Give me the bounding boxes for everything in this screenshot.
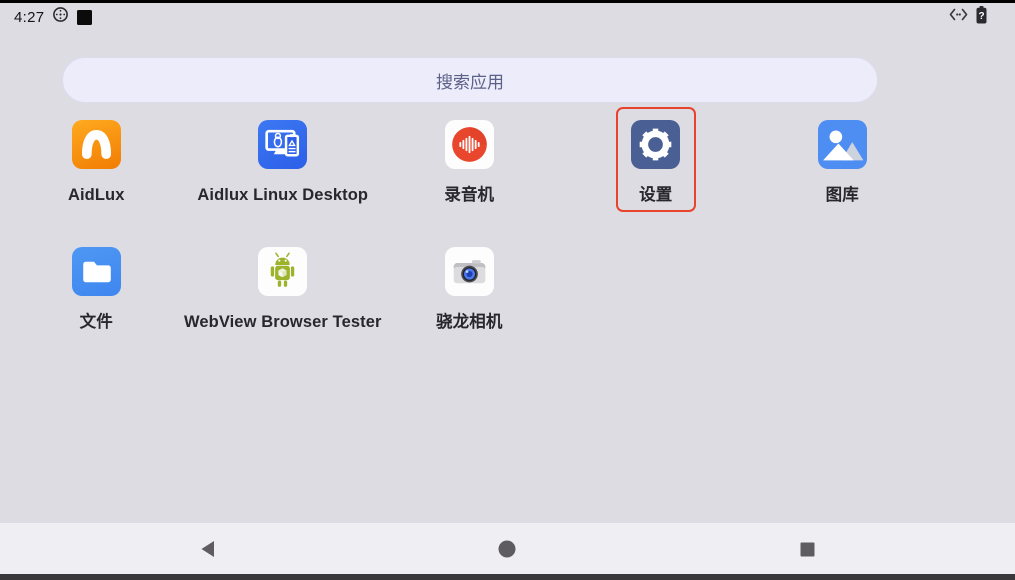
app-label: Aidlux Linux Desktop: [197, 185, 368, 205]
clock-icon: [52, 6, 69, 28]
app-aidlux-linux-desktop[interactable]: Aidlux Linux Desktop: [190, 120, 377, 247]
app-label: 录音机: [444, 185, 494, 205]
snapdragon-camera-icon: [445, 247, 494, 296]
files-icon: [72, 247, 121, 296]
app-gallery[interactable]: 图库: [749, 120, 936, 247]
app-label: 骁龙相机: [436, 312, 502, 332]
black-square-notification-icon: [77, 10, 92, 25]
app-label: 文件: [80, 312, 113, 332]
recorder-icon: [445, 120, 494, 169]
settings-icon: [631, 120, 680, 169]
status-bar-left: 4:27: [14, 6, 92, 28]
app-grid: AidLux Aidlux Linux Desktop: [3, 120, 936, 374]
app-label: 设置: [639, 185, 672, 205]
app-label: WebView Browser Tester: [184, 312, 382, 332]
webview-browser-tester-icon: [258, 247, 307, 296]
app-webview-browser-tester[interactable]: WebView Browser Tester: [190, 247, 377, 374]
bottom-black-strip: [0, 574, 1015, 580]
home-button[interactable]: [498, 540, 516, 558]
battery-unknown-icon: ?: [976, 6, 987, 29]
app-recorder[interactable]: 录音机: [376, 120, 563, 247]
aidlux-linux-desktop-icon: [258, 120, 307, 169]
search-input[interactable]: 搜索应用: [62, 57, 878, 103]
recents-icon: [800, 542, 815, 557]
home-icon: [498, 540, 516, 558]
app-files[interactable]: 文件: [3, 247, 190, 374]
status-bar-right: ?: [949, 6, 1001, 29]
battery-question-text: ?: [978, 11, 984, 22]
recents-button[interactable]: [798, 540, 816, 558]
gallery-icon: [818, 120, 867, 169]
search-placeholder: 搜索应用: [436, 68, 504, 93]
app-aidlux[interactable]: AidLux: [3, 120, 190, 247]
app-label: AidLux: [68, 185, 125, 205]
app-snapdragon-camera[interactable]: 骁龙相机: [376, 247, 563, 374]
status-bar: 4:27 ?: [0, 3, 1015, 31]
back-icon: [200, 540, 215, 558]
back-button[interactable]: [198, 540, 216, 558]
ethernet-icon: [949, 8, 968, 26]
status-time: 4:27: [14, 9, 44, 26]
app-settings[interactable]: 设置: [563, 120, 750, 247]
app-label: 图库: [826, 185, 859, 205]
aidlux-icon: [72, 120, 121, 169]
